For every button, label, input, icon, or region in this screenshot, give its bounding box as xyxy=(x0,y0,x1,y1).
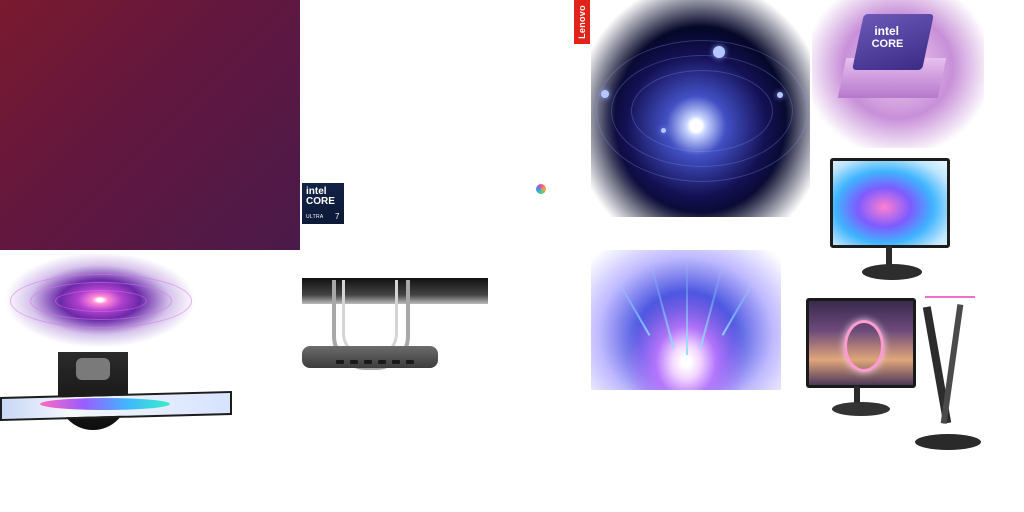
orbit-ring xyxy=(596,40,808,182)
screen-spiral xyxy=(844,320,884,372)
monitor-foot xyxy=(862,264,922,280)
dock-port xyxy=(406,360,414,364)
screen-swirl xyxy=(40,398,170,410)
monitor-foot xyxy=(915,434,981,450)
intel-core-ultra-badge: intel CORE ULTRA 7 xyxy=(302,183,344,224)
dock-port xyxy=(336,360,344,364)
monitor-front-image xyxy=(826,158,950,286)
light-burst-image xyxy=(591,250,781,390)
dock-port xyxy=(350,360,358,364)
chip-die: intel CORE xyxy=(852,14,934,70)
ring-orbit xyxy=(55,290,147,312)
star xyxy=(661,128,666,133)
light-ray xyxy=(686,255,688,355)
monitor-angled-image xyxy=(806,298,916,418)
tilt-arrow xyxy=(925,296,975,298)
dock-port xyxy=(364,360,372,364)
dock-port xyxy=(378,360,386,364)
copilot-icon xyxy=(536,184,546,194)
galaxy-image xyxy=(591,0,810,217)
lenovo-logo-text: Lenovo xyxy=(577,5,587,39)
galaxy-ring-image xyxy=(0,250,200,350)
hero-gradient-panel xyxy=(0,0,300,250)
star xyxy=(601,90,609,98)
monitor-side-image xyxy=(915,296,985,456)
star xyxy=(777,92,783,98)
stand-dock-image xyxy=(302,250,492,380)
dock-base xyxy=(302,346,438,368)
monitor-profile-alt xyxy=(940,304,964,424)
stand-inset xyxy=(76,358,110,380)
monitor-screen xyxy=(830,158,950,248)
intel-badge-core: CORE xyxy=(306,196,335,207)
intel-chip-image: intel CORE xyxy=(812,0,984,148)
chip-core: CORE xyxy=(871,38,904,50)
light-ray xyxy=(613,274,651,336)
intel-badge-tier: 7 xyxy=(335,212,340,221)
lenovo-logo[interactable]: Lenovo xyxy=(574,0,590,44)
light-ray xyxy=(649,261,675,349)
light-ray xyxy=(721,274,759,336)
monitor-top-view-image xyxy=(0,352,232,434)
dock-port xyxy=(392,360,400,364)
light-ray xyxy=(699,261,725,349)
intel-badge-ultra: ULTRA xyxy=(306,214,324,220)
chip-brand: intel xyxy=(874,24,900,38)
monitor-foot xyxy=(832,402,890,416)
star xyxy=(713,46,725,58)
